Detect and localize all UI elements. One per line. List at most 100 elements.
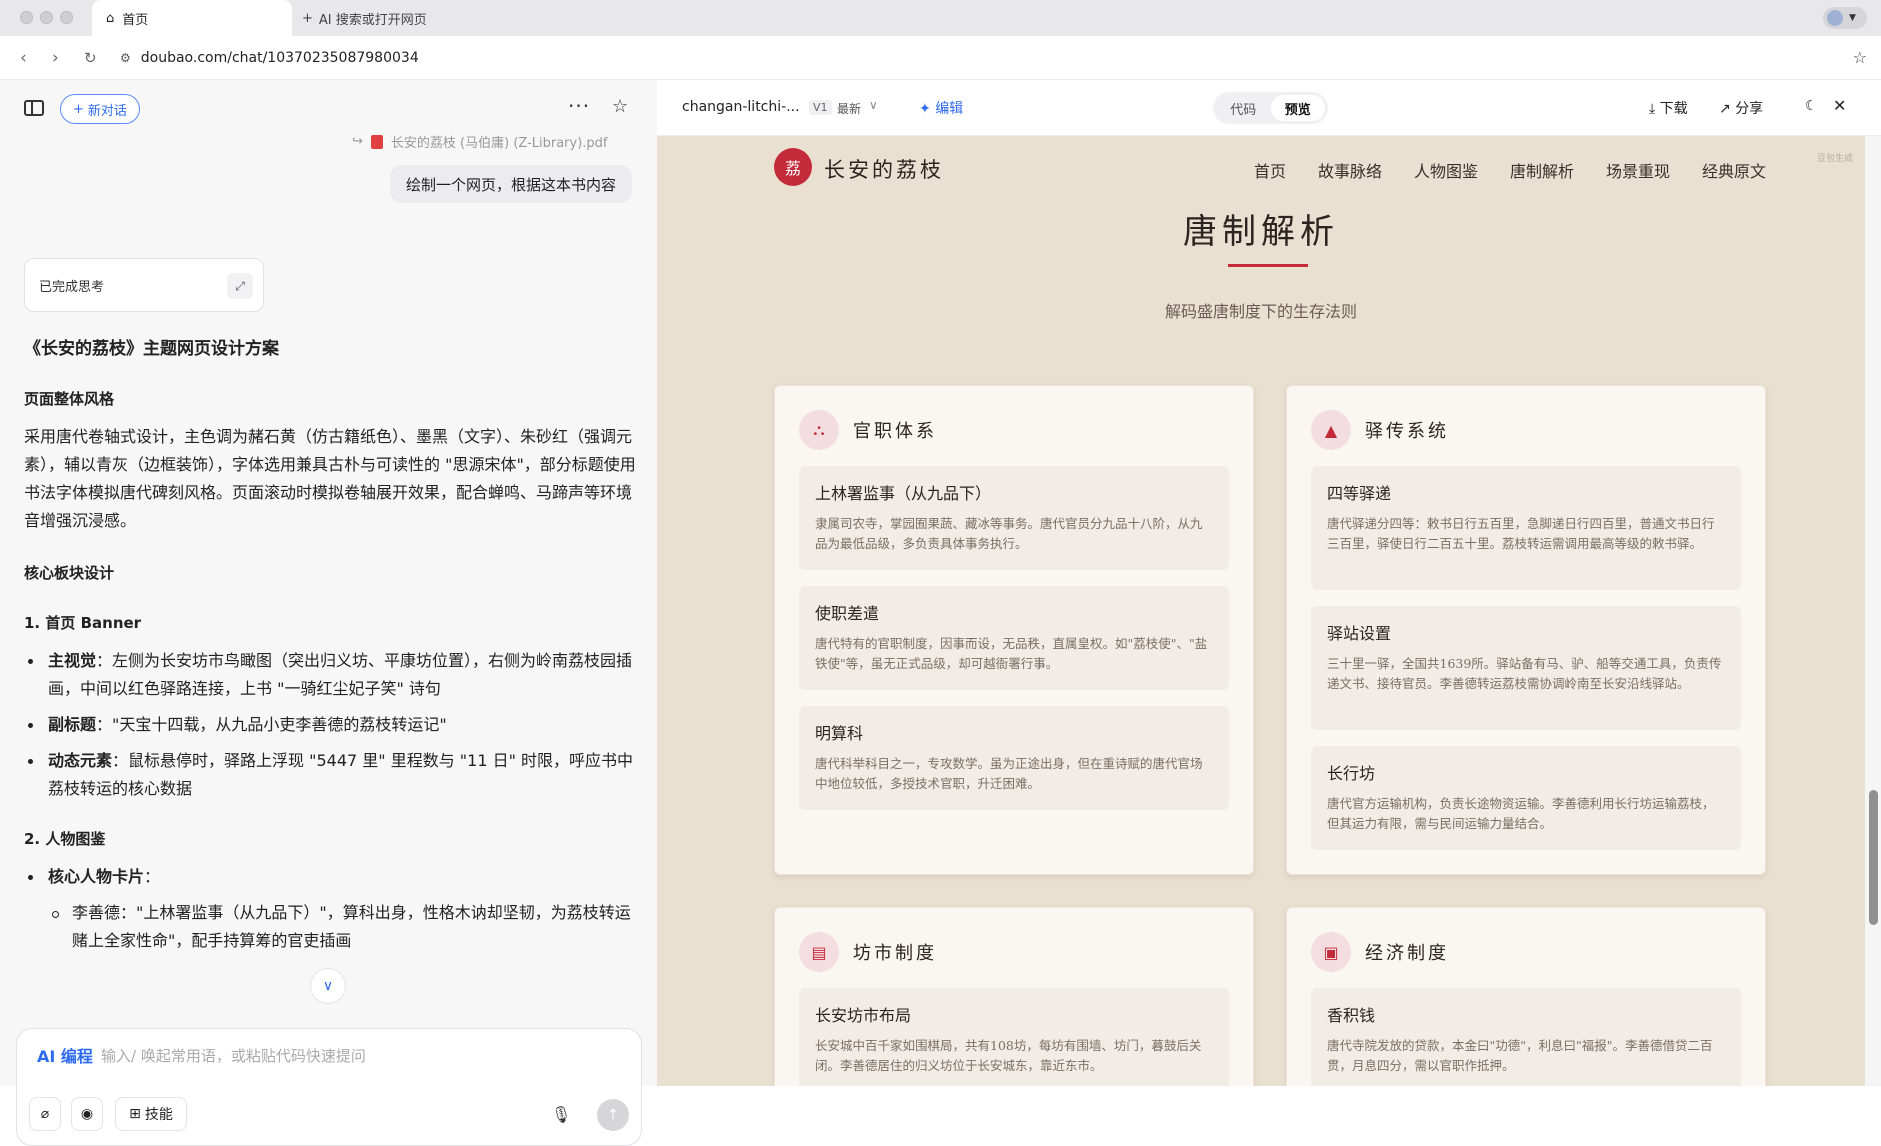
minimize-window-button[interactable] [40,11,53,24]
version-dropdown-icon[interactable]: ∨ [869,98,878,112]
attachment-reference[interactable]: ↪ 长安的荔枝 (马伯庸) (Z-Library).pdf [352,132,608,151]
card-item: 驿站设置 三十里一驿，全国共1639所。驿站备有马、驴、船等交通工具，负责传递文… [1311,606,1741,730]
skills-button[interactable]: ⊞ 技能 [115,1097,187,1131]
heading-banner: 1. 首页 Banner [24,614,142,632]
banner-list: 主视觉：左侧为长安坊市鸟瞰图（突出归义坊、平康坊位置），右侧为岭南荔枝园插画，中… [24,647,636,803]
preview-scrollbar[interactable] [1865,136,1881,1086]
download-icon: ⤓ [1649,101,1656,117]
view-toggle: 代码 预览 [1213,92,1328,124]
download-button[interactable]: ⤓ 下载 [1649,98,1688,118]
arrow-up-icon: ↑ [607,1107,619,1123]
new-tab-button[interactable]: + AI 搜索或打开网页 [302,0,427,36]
message-input[interactable]: 输入/ 唤起常用语，或粘贴代码快速提问 [101,1045,366,1066]
section-divider [1228,264,1308,267]
card-title: 经济制度 [1365,943,1449,964]
attach-button[interactable]: ⌀ [29,1097,61,1131]
profile-menu[interactable]: ▼ [1823,7,1867,29]
scroll-down-button[interactable]: ∨ [310,968,346,1004]
assistant-response: 《长安的荔枝》主题网页设计方案 页面整体风格 采用唐代卷轴式设计，主色调为赭石黄… [24,335,636,977]
bookmark-star-icon[interactable]: ☆ [1853,48,1867,67]
back-icon[interactable]: ‹ [20,48,27,68]
card-item: 香积钱 唐代寺院发放的贷款，本金曰"功德"，利息曰"福报"。李善德借贷二百贯，月… [1311,988,1741,1086]
card-title: 坊市制度 [853,943,937,964]
chat-header: + 新对话 ··· ☆ [0,80,657,138]
favorite-star-icon[interactable]: ☆ [612,96,628,117]
nav-item-characters[interactable]: 人物图鉴 [1414,158,1478,182]
site-navbar: 荔 长安的荔枝 首页 故事脉络 人物图鉴 唐制解析 场景重现 经典原文 豆包生成 [657,136,1865,196]
card-item: 长安坊市布局 长安城中百千家如围棋局，共有108坊，每坊有围墙、坊门，暮鼓后关闭… [799,988,1229,1086]
nav-item-home[interactable]: 首页 [1254,158,1286,182]
share-button[interactable]: ↗ 分享 [1719,98,1763,118]
theme-toggle-icon[interactable]: ☾ [1805,98,1818,114]
card-ward-market: ▤ 坊市制度 长安坊市布局 长安城中百千家如围棋局，共有108坊，每坊有围墙、坊… [774,907,1254,1086]
sidebar-toggle-icon[interactable] [24,100,44,116]
pdf-icon [370,134,383,149]
more-options-icon[interactable]: ··· [568,94,590,118]
ai-coding-tag[interactable]: AI 编程 [37,1043,93,1067]
reply-arrow-icon: ↪ [352,134,363,149]
nav-item-story[interactable]: 故事脉络 [1318,158,1382,182]
card-header: ▤ 坊市制度 [799,932,937,972]
microphone-icon[interactable]: 🎙 [551,1105,571,1124]
list-item: 李善德："上林署监事（从九品下）"，算科出身，性格木讷却坚韧，为荔枝转运赌上全家… [24,899,636,955]
site-settings-icon[interactable]: ⚙ [120,51,131,65]
expand-icon[interactable]: ⤢ [227,273,253,299]
new-chat-label: 新对话 [87,103,127,119]
watermark: 豆包生成 [1816,154,1853,164]
card-item: 使职差遣 唐代特有的官职制度，因事而设，无品秩，直属皇权。如"荔枝使"、"盐铁使… [799,586,1229,690]
list-item: 主视觉：左侧为长安坊市鸟瞰图（突出归义坊、平康坊位置），右侧为岭南荔枝园插画，中… [24,647,636,703]
chat-pane: + 新对话 ··· ☆ ↪ 长安的荔枝 (马伯庸) (Z-Library).pd… [0,80,657,1146]
github-button[interactable]: ◉ [71,1097,103,1131]
card-header: ▣ 经济制度 [1311,932,1449,972]
nav-item-institutions[interactable]: 唐制解析 [1510,158,1574,182]
card-header: ⛬ 官职体系 [799,410,937,450]
people-list: 核心人物卡片： 李善德："上林署监事（从九品下）"，算科出身，性格木讷却坚韧，为… [24,863,636,955]
tab-preview[interactable]: 预览 [1270,95,1325,121]
browser-tab-home[interactable]: ⌂ 首页 [92,0,292,36]
thinking-status[interactable]: 已完成思考 ⤢ [24,258,264,312]
card-item: 上林署监事（从九品下） 隶属司农寺，掌园囿果蔬、藏冰等事务。唐代官员分九品十八阶… [799,466,1229,570]
chevron-down-icon: ▼ [1849,13,1856,23]
heading-people: 2. 人物图鉴 [24,830,106,848]
card-official-ranks: ⛬ 官职体系 上林署监事（从九品下） 隶属司农寺，掌园囿果蔬、藏冰等事务。唐代官… [774,385,1254,875]
latest-label: 最新 [837,102,862,116]
chevron-down-icon: ∨ [322,978,334,994]
tab-code[interactable]: 代码 [1216,95,1271,121]
scrollbar-thumb[interactable] [1869,790,1878,925]
list-item: 核心人物卡片： [24,863,636,891]
paragraph-style: 采用唐代卷轴式设计，主色调为赭石黄（仿古籍纸色）、墨黑（文字）、朱砂红（强调元素… [24,427,636,530]
send-button[interactable]: ↑ [597,1099,629,1131]
nav-item-original-text[interactable]: 经典原文 [1702,158,1766,182]
maximize-window-button[interactable] [60,11,73,24]
plus-icon: + [302,10,313,26]
editor-header: changan-litchi-... V1 最新 ∨ ✦ 编辑 代码 预览 ⤓ … [657,80,1881,136]
heading-style: 页面整体风格 [24,390,115,408]
reload-icon[interactable]: ↻ [84,49,97,67]
forward-icon[interactable]: › [52,48,59,68]
github-icon: ◉ [80,1106,94,1122]
edit-button[interactable]: ✦ 编辑 [919,98,963,118]
url-field[interactable]: ⚙ doubao.com/chat/10370235087980034 [120,44,1840,72]
new-chat-button[interactable]: + 新对话 [60,94,140,124]
browser-titlebar: ⌂ 首页 + AI 搜索或打开网页 ▼ [0,0,1881,36]
map-icon: ▤ [799,932,839,972]
attachment-name: 长安的荔枝 (马伯庸) (Z-Library).pdf [390,136,608,151]
site-logo[interactable]: 荔 [774,148,812,186]
thinking-label: 已完成思考 [39,279,105,295]
preview-frame: 荔 长安的荔枝 首页 故事脉络 人物图鉴 唐制解析 场景重现 经典原文 豆包生成… [657,136,1865,1086]
share-icon: ↗ [1719,101,1731,117]
card-item: 明算科 唐代科举科目之一，专攻数学。虽为正途出身，但在重诗赋的唐代官场中地位较低… [799,706,1229,810]
skills-label: 技能 [144,1107,173,1123]
close-icon[interactable]: ✕ [1833,96,1846,115]
money-icon: ▣ [1311,932,1351,972]
site-brand[interactable]: 长安的荔枝 [824,154,944,184]
list-item: 副标题："天宝十四载，从九品小吏李善德的荔枝转运记" [24,711,636,739]
hierarchy-icon: ⛬ [799,410,839,450]
version-badge: V1 [809,100,832,115]
chat-composer: AI 编程 输入/ 唤起常用语，或粘贴代码快速提问 ⌀ ◉ ⊞ 技能 🎙 ↑ [16,1028,642,1146]
nav-item-scenes[interactable]: 场景重现 [1606,158,1670,182]
card-title: 官职体系 [853,421,937,442]
plus-icon: + [73,101,84,117]
close-window-button[interactable] [20,11,33,24]
paperclip-icon: ⌀ [40,1106,50,1122]
